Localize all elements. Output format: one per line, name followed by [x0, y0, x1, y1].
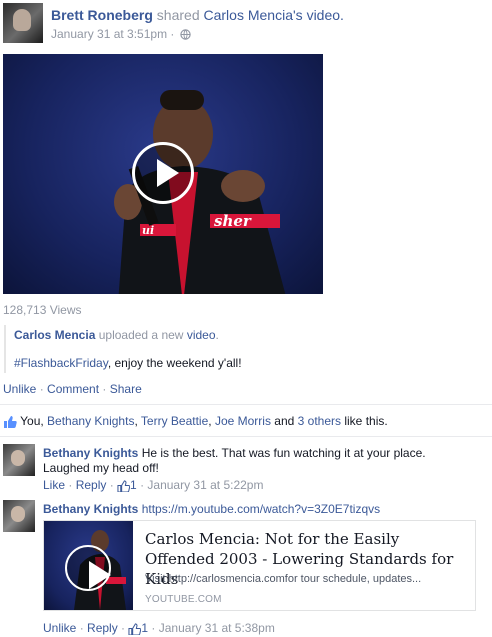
commenter-avatar[interactable]: [3, 500, 35, 532]
video-frame: sher ui: [114, 90, 286, 294]
comment-text: Laughed my head off!: [43, 461, 159, 475]
video-player[interactable]: sher ui: [3, 54, 323, 294]
preview-description: Visit http://carlosmencia.comfor tour sc…: [145, 573, 422, 585]
comment-like-count[interactable]: 1: [130, 478, 137, 492]
comment-url-link[interactable]: https://m.youtube.com/watch?v=3Z0E7tizqv…: [142, 502, 380, 516]
comment-text: He is the best. That was fun watching it…: [141, 446, 426, 460]
thumbs-up-icon: [128, 623, 142, 635]
commenter-avatar[interactable]: [3, 444, 35, 476]
globe-icon[interactable]: [180, 29, 191, 41]
comment-actions: Like · Reply · 1 · January 31 at 5:22pm: [43, 478, 264, 492]
comment-actions: Unlike · Reply · 1 · January 31 at 5:38p…: [43, 621, 275, 635]
likes-prefix: You,: [20, 414, 48, 428]
original-author-link[interactable]: Carlos Mencia: [14, 328, 95, 342]
likes-summary: You, Bethany Knights, Terry Beattie, Joe…: [3, 414, 388, 429]
action-sep: ·: [36, 382, 48, 396]
comment-like-button[interactable]: Like: [43, 478, 65, 492]
share-button[interactable]: Share: [110, 382, 142, 396]
hashtag-link[interactable]: #FlashbackFriday: [14, 356, 108, 370]
play-button[interactable]: [132, 142, 194, 204]
commenter-name-link[interactable]: Bethany Knights: [43, 502, 138, 516]
liker-link[interactable]: Terry Beattie: [141, 414, 208, 428]
comment-body: Bethany Knights He is the best. That was…: [43, 446, 483, 476]
liker-link[interactable]: Joe Morris: [215, 414, 271, 428]
comment-timestamp[interactable]: January 31 at 5:38pm: [159, 621, 275, 635]
svg-text:ui: ui: [142, 224, 154, 237]
post-meta: January 31 at 3:51pm ·: [51, 27, 191, 41]
meta-separator: ·: [170, 27, 175, 41]
post-header: Brett Roneberg shared Carlos Mencia's vi…: [51, 7, 344, 23]
original-video-link[interactable]: video: [187, 328, 216, 342]
original-period: .: [215, 328, 219, 342]
comment-body: Bethany Knights https://m.youtube.com/wa…: [43, 502, 380, 517]
others-link[interactable]: 3 others: [298, 414, 341, 428]
thumbs-up-icon: [4, 416, 17, 429]
link-preview-card[interactable]: Carlos Mencia: Not for the Easily Offend…: [43, 520, 476, 611]
target-owner-suffix: 's: [292, 7, 303, 23]
action-sep: ·: [99, 382, 110, 396]
section-divider: [0, 436, 492, 437]
post-actions: Unlike · Comment · Share: [3, 382, 142, 396]
quote-divider: [4, 325, 6, 373]
svg-text:sher: sher: [214, 212, 252, 230]
play-button[interactable]: [65, 545, 111, 591]
comment-reply-button[interactable]: Reply: [76, 478, 107, 492]
likes-and: and: [270, 414, 298, 428]
original-caption: #FlashbackFriday, enjoy the weekend y'al…: [14, 356, 242, 370]
likes-suffix: like this.: [341, 414, 388, 428]
comment-timestamp[interactable]: January 31 at 5:22pm: [147, 478, 263, 492]
comment-reply-button[interactable]: Reply: [87, 621, 118, 635]
liker-link[interactable]: Bethany Knights: [47, 414, 134, 428]
section-divider: [0, 404, 492, 405]
target-owner-name: Carlos Mencia: [203, 7, 293, 23]
author-avatar[interactable]: [3, 3, 43, 43]
comment-button[interactable]: Comment: [47, 382, 99, 396]
post-timestamp[interactable]: January 31 at 3:51pm: [51, 27, 167, 41]
author-name-link[interactable]: Brett Roneberg: [51, 7, 153, 23]
target-owner-link[interactable]: Carlos Mencia's: [204, 7, 303, 23]
comment-unlike-button[interactable]: Unlike: [43, 621, 76, 635]
post-verb: shared: [156, 7, 200, 23]
comment-like-count[interactable]: 1: [141, 621, 148, 635]
caption-text: , enjoy the weekend y'all!: [107, 356, 242, 370]
target-video-link[interactable]: video.: [307, 7, 344, 23]
view-count: 128,713 Views: [3, 303, 82, 317]
original-action: uploaded a new: [98, 328, 184, 342]
unlike-button[interactable]: Unlike: [3, 382, 36, 396]
thumbs-up-icon: [117, 480, 131, 492]
preview-domain: YOUTUBE.COM: [145, 594, 222, 605]
preview-thumbnail[interactable]: [44, 521, 133, 610]
original-post-line: Carlos Mencia uploaded a new video.: [14, 328, 219, 342]
commenter-name-link[interactable]: Bethany Knights: [43, 446, 138, 460]
